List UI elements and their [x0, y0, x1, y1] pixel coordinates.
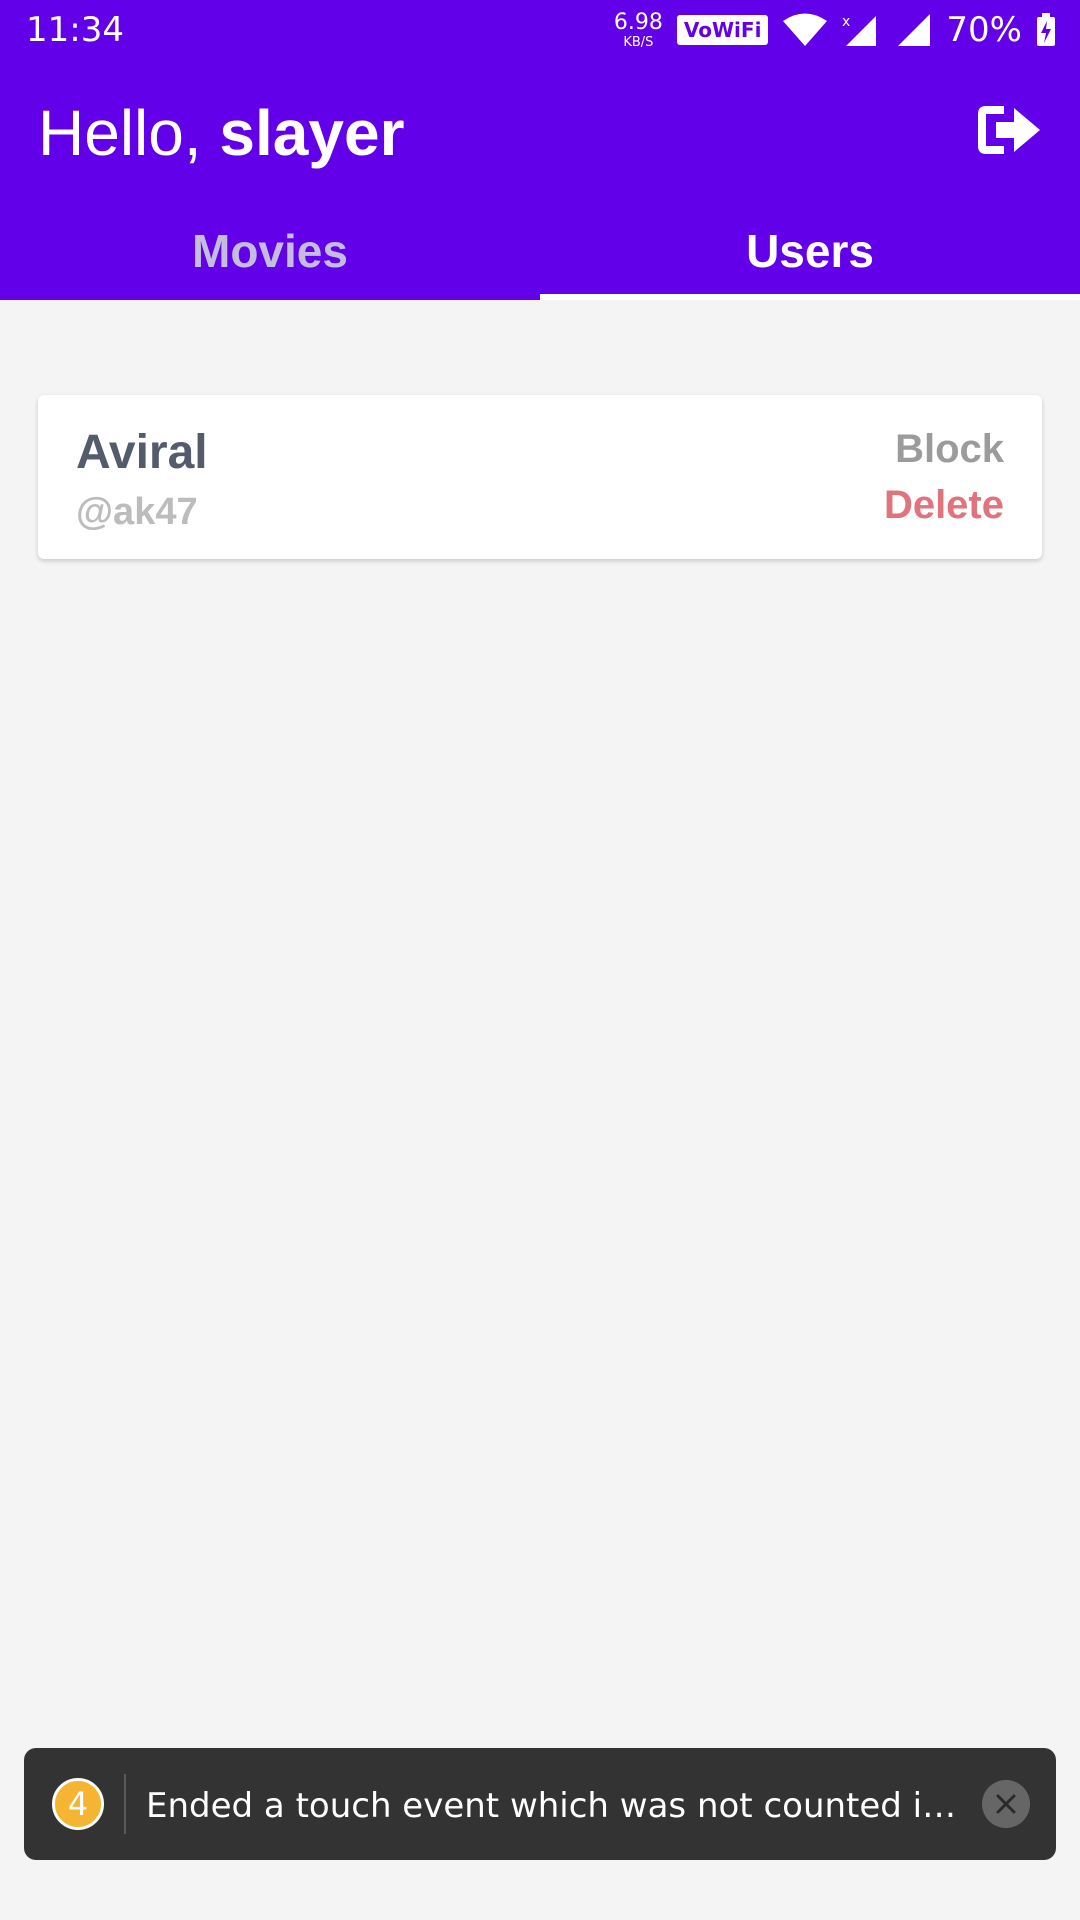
delete-button[interactable]: Delete	[884, 483, 1004, 528]
tab-movies[interactable]: Movies	[0, 210, 540, 300]
close-icon[interactable]	[982, 1780, 1030, 1828]
toast-message: Ended a touch event which was not counte…	[146, 1786, 976, 1826]
net-speed-value: 6.98	[613, 9, 663, 35]
svg-text:x: x	[842, 14, 850, 30]
warning-toast[interactable]: 4 Ended a touch event which was not coun…	[24, 1748, 1056, 1860]
wifi-icon	[783, 13, 828, 46]
tab-users[interactable]: Users	[540, 210, 1080, 300]
warning-count-badge: 4	[52, 1778, 104, 1830]
greeting-username: slayer	[219, 97, 405, 169]
greeting-title: Hello, slayer	[38, 96, 404, 170]
toast-divider	[124, 1774, 126, 1834]
battery-percent: 70%	[946, 10, 1022, 50]
network-speed: 6.98 KB/S	[613, 9, 663, 50]
tab-movies-label: Movies	[192, 225, 348, 277]
user-name: Aviral	[76, 426, 208, 479]
tab-users-label: Users	[746, 225, 874, 277]
active-tab-indicator	[540, 294, 1080, 300]
block-button[interactable]: Block	[895, 427, 1004, 472]
greeting-prefix: Hello,	[38, 97, 202, 169]
status-time: 11:34	[26, 10, 124, 50]
status-bar: 11:34 6.98 KB/S VoWiFi x 70%	[0, 0, 1080, 56]
vowifi-icon: VoWiFi	[676, 15, 769, 45]
logout-icon[interactable]	[974, 100, 1044, 160]
app-bar: 11:34 6.98 KB/S VoWiFi x 70% Hello, slay…	[0, 0, 1080, 300]
status-icons: 6.98 KB/S VoWiFi x 70%	[614, 8, 1056, 52]
user-handle: @ak47	[76, 491, 198, 533]
user-card: Aviral @ak47 Block Delete	[38, 395, 1042, 559]
net-speed-unit: KB/S	[623, 34, 654, 50]
tab-bar: Movies Users	[0, 210, 1080, 300]
signal-x-icon: x	[842, 14, 877, 46]
signal-icon	[898, 14, 931, 46]
battery-charging-icon	[1037, 13, 1055, 46]
